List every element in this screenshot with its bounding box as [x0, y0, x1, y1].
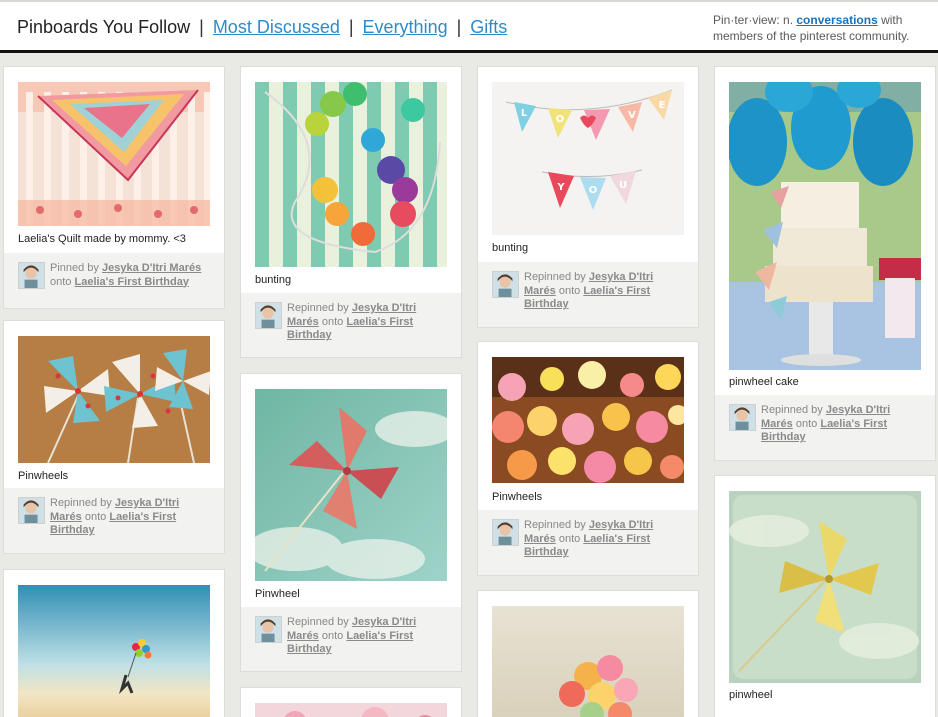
bunting-flag-letter: V [628, 110, 636, 121]
pin-image-paper-fans[interactable] [492, 357, 684, 483]
attribution-text: Pinned by Jesyka D'Itri Marés onto Laeli… [50, 262, 216, 289]
bunting-flag-letter: L [521, 108, 528, 119]
bunting-flag-letter: Y [556, 182, 565, 193]
attribution-text: Repinned by Jesyka D'Itri Marés onto Lae… [287, 302, 443, 343]
user-avatar[interactable] [492, 271, 519, 298]
pin-card[interactable]: Laelia's Quilt made by mommy. <3 Pinned … [4, 67, 224, 308]
onto-label: onto [50, 275, 72, 288]
pin-attribution: Repinned by Jesyka D'Itri Marés onto Lae… [241, 293, 461, 357]
pin-attribution: Repinned by Jesyka D'Itri Marés onto Lae… [478, 510, 698, 575]
onto-label: onto [558, 532, 581, 545]
user-avatar[interactable] [18, 262, 45, 289]
pin-attribution: Pinned by Jesyka D'Itri Marés onto Laeli… [4, 253, 224, 308]
pin-card[interactable]: pinwheel cake Repinned by Jesyka D'Itri … [715, 67, 935, 460]
pin-card[interactable]: L O V E Y O U bunting Repinned by Jesyka… [478, 67, 698, 327]
pin-attribution: Repinned by Jesyka D'Itri Marés onto Lae… [4, 488, 224, 553]
pin-description: Pinwheels [492, 491, 543, 503]
attribution-text: Repinned by Jesyka D'Itri Marés onto Lae… [524, 519, 658, 560]
user-link[interactable]: Jesyka D'Itri Marés [102, 262, 201, 274]
pin-image-yellow-pinwheel[interactable] [729, 491, 921, 683]
pin-image-love-you-bunting[interactable]: L O V E Y O U [492, 82, 684, 235]
action-label: Pinned by [50, 262, 99, 274]
nav-gifts-link[interactable]: Gifts [470, 16, 507, 38]
nav-separator: | [456, 17, 462, 37]
pin-card[interactable] [4, 570, 224, 717]
user-avatar[interactable] [492, 519, 519, 546]
pin-card[interactable]: pinwheel [715, 476, 935, 717]
pin-description: bunting [492, 242, 529, 254]
bunting-flag-letter: E [659, 100, 666, 111]
nav-pinboards-you-follow[interactable]: Pinboards You Follow [17, 16, 190, 38]
board-link[interactable]: Laelia's First Birthday [74, 276, 189, 288]
pin-card[interactable]: Pinwheels Repinned by Jesyka D'Itri Maré… [4, 321, 224, 553]
nav-separator: | [199, 17, 204, 37]
pin-description: pinwheel cake [729, 376, 799, 388]
action-label: Repinned by [524, 271, 586, 283]
action-label: Repinned by [50, 497, 112, 509]
action-label: Repinned by [524, 519, 586, 531]
onto-label: onto [795, 417, 818, 430]
onto-label: onto [321, 629, 344, 642]
pin-card[interactable]: bunting Repinned by Jesyka D'Itri Marés … [241, 67, 461, 357]
pin-card[interactable]: Pinwheel Repinned by Jesyka D'Itri Marés… [241, 374, 461, 671]
user-avatar[interactable] [729, 404, 756, 431]
nav-separator: | [348, 17, 354, 37]
pin-description: Pinwheels [18, 470, 69, 482]
onto-label: onto [558, 284, 581, 297]
pinboard-nav: Pinboards You Follow | Most Discussed | Ever… [17, 16, 507, 38]
pin-description: pinwheel [729, 689, 773, 701]
onto-label: onto [321, 315, 344, 328]
bunting-flag-letter: O [589, 185, 598, 196]
pin-description: bunting [255, 274, 292, 286]
pinterview-tagline: Pin·ter·view: n. conversations with memb… [713, 12, 928, 44]
tagline-prefix: Pin·ter·view: n. [713, 13, 794, 27]
pin-image-balloon-girl[interactable] [18, 585, 210, 717]
pin-card[interactable] [478, 591, 698, 717]
pin-image-pinwheels[interactable] [18, 336, 210, 463]
pin-image-pinwheel-cake[interactable] [729, 82, 921, 370]
action-label: Repinned by [287, 302, 349, 314]
pin-image-pinwheel-sky[interactable] [255, 389, 447, 581]
top-header: Pinboards You Follow | Most Discussed | Ever… [0, 0, 938, 53]
attribution-text: Repinned by Jesyka D'Itri Marés onto Lae… [524, 271, 658, 312]
pin-card[interactable] [241, 688, 461, 717]
attribution-text: Repinned by Jesyka D'Itri Marés onto Lae… [287, 616, 443, 657]
user-avatar[interactable] [255, 616, 282, 643]
pin-description: Laelia's Quilt made by mommy. <3 [18, 233, 186, 245]
nav-everything-link[interactable]: Everything [363, 16, 448, 38]
pin-image-balloon-bunch[interactable] [492, 606, 684, 717]
conversations-link[interactable]: conversations [796, 13, 877, 27]
bunting-flag-letter: O [556, 114, 565, 125]
pin-attribution: Repinned by Jesyka D'Itri Marés onto Lae… [478, 262, 698, 327]
pin-image-quilt[interactable] [18, 82, 210, 226]
attribution-text: Repinned by Jesyka D'Itri Marés onto Lae… [50, 497, 204, 538]
pin-image-flowers[interactable] [255, 703, 447, 717]
action-label: Repinned by [287, 616, 349, 628]
action-label: Repinned by [761, 404, 823, 416]
nav-most-discussed-link[interactable]: Most Discussed [213, 16, 340, 38]
pin-attribution: Repinned by Jesyka D'Itri Marés onto Lae… [241, 607, 461, 671]
onto-label: onto [84, 510, 107, 523]
pin-card[interactable]: Pinwheels Repinned by Jesyka D'Itri Maré… [478, 342, 698, 575]
attribution-text: Repinned by Jesyka D'Itri Marés onto Lae… [761, 404, 895, 445]
bunting-flag-letter: U [619, 180, 627, 191]
user-avatar[interactable] [18, 497, 45, 524]
pin-image-paper-bunting[interactable] [255, 82, 447, 267]
pin-attribution: Repinned by Jesyka D'Itri Marés onto Lae… [715, 395, 935, 460]
user-avatar[interactable] [255, 302, 282, 329]
pin-description: Pinwheel [255, 588, 300, 600]
